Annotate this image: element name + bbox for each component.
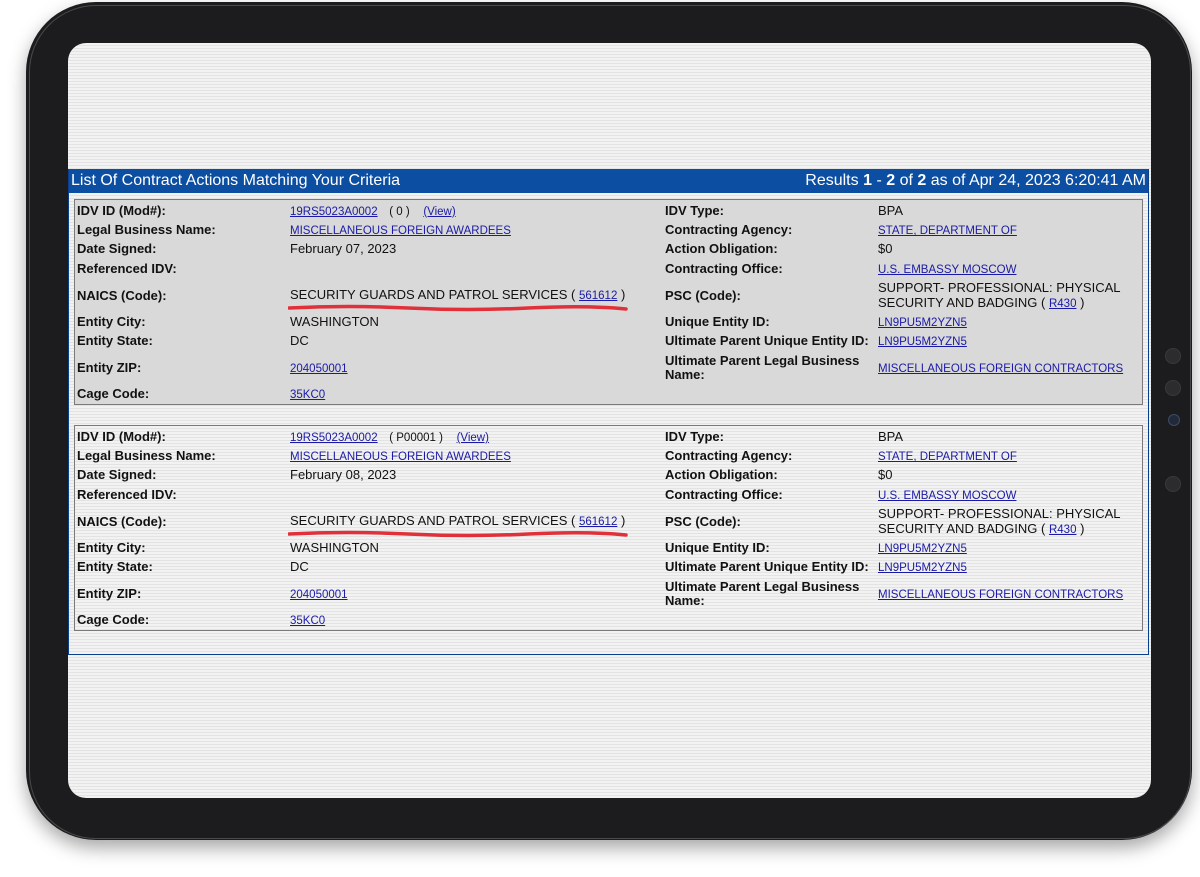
naics-value: SECURITY GUARDS AND PATROL SERVICES ( 56… <box>290 513 626 528</box>
psc-label: PSC (Code): <box>665 288 741 303</box>
entity-city-value: WASHINGTON <box>290 540 379 555</box>
cage-code-link[interactable]: 35KC0 <box>290 615 325 627</box>
naics-value: SECURITY GUARDS AND PATROL SERVICES ( 56… <box>290 287 626 302</box>
ultimate-parent-uei-label: Ultimate Parent Unique Entity ID: <box>665 559 869 574</box>
contracting-office-link[interactable]: U.S. EMBASSY MOSCOW <box>878 490 1016 502</box>
action-obligation-value: $0 <box>878 241 893 256</box>
mod-number: ( P00001 ) <box>389 432 443 444</box>
idv-id-link[interactable]: 19RS5023A0002 <box>290 432 378 444</box>
action-obligation-label: Action Obligation: <box>665 241 778 256</box>
idv-id-link[interactable]: 19RS5023A0002 <box>290 206 378 218</box>
naics-code-link[interactable]: 561612 <box>579 516 617 528</box>
entity-state-value: DC <box>290 559 309 574</box>
psc-code-link[interactable]: R430 <box>1049 298 1077 310</box>
idv-type-label: IDV Type: <box>665 429 724 444</box>
results-header: List Of Contract Actions Matching Your C… <box>69 169 1148 193</box>
entity-state-label: Entity State: <box>77 559 153 574</box>
side-button-icon <box>1165 476 1181 492</box>
contracting-agency-link[interactable]: STATE, DEPARTMENT OF <box>878 451 1017 463</box>
idv-type-value: BPA <box>878 429 904 444</box>
unique-entity-id-label: Unique Entity ID: <box>665 314 770 329</box>
legal-business-name-label: Legal Business Name: <box>77 448 216 463</box>
idv-id-value: 19RS5023A0002 ( 0 ) (View) <box>290 203 456 218</box>
contracting-office-label: Contracting Office: <box>665 487 783 502</box>
psc-value-line1: SUPPORT- PROFESSIONAL: PHYSICAL <box>878 506 1121 521</box>
unique-entity-id-label: Unique Entity ID: <box>665 540 770 555</box>
legal-business-name-label: Legal Business Name: <box>77 222 216 237</box>
entity-city-value: WASHINGTON <box>290 314 379 329</box>
camera-icon <box>1168 414 1180 426</box>
ultimate-parent-uei-label: Ultimate Parent Unique Entity ID: <box>665 333 869 348</box>
referenced-idv-label: Referenced IDV: <box>77 261 177 276</box>
ultimate-parent-name-label-line2: Name: <box>665 367 705 382</box>
contracting-office-label: Contracting Office: <box>665 261 783 276</box>
side-button-icon <box>1165 348 1181 364</box>
idv-id-label: IDV ID (Mod#): <box>77 429 166 444</box>
ultimate-parent-name-label-line1: Ultimate Parent Legal Business <box>665 353 860 368</box>
unique-entity-id-link[interactable]: LN9PU5M2YZN5 <box>878 317 967 329</box>
naics-code-link[interactable]: 561612 <box>579 290 617 302</box>
naics-label: NAICS (Code): <box>77 288 167 303</box>
idv-id-label: IDV ID (Mod#): <box>77 203 166 218</box>
red-underline-annotation <box>288 530 628 538</box>
ultimate-parent-name-link[interactable]: MISCELLANEOUS FOREIGN CONTRACTORS <box>878 589 1123 601</box>
psc-value-line2: SECURITY AND BADGING ( R430 ) <box>878 521 1085 536</box>
contract-record: IDV ID (Mod#): 19RS5023A0002 ( 0 ) (View… <box>74 199 1143 405</box>
referenced-idv-label: Referenced IDV: <box>77 487 177 502</box>
legal-business-name-link[interactable]: MISCELLANEOUS FOREIGN AWARDEES <box>290 451 511 463</box>
legal-business-name-link[interactable]: MISCELLANEOUS FOREIGN AWARDEES <box>290 225 511 237</box>
cage-code-label: Cage Code: <box>77 386 150 401</box>
psc-value-line2: SECURITY AND BADGING ( R430 ) <box>878 295 1085 310</box>
cage-code-label: Cage Code: <box>77 612 150 627</box>
contracting-office-link[interactable]: U.S. EMBASSY MOSCOW <box>878 264 1016 276</box>
ultimate-parent-name-link[interactable]: MISCELLANEOUS FOREIGN CONTRACTORS <box>878 363 1123 375</box>
results-panel: List Of Contract Actions Matching Your C… <box>68 169 1149 655</box>
ultimate-parent-uei-link[interactable]: LN9PU5M2YZN5 <box>878 336 967 348</box>
idv-type-value: BPA <box>878 203 904 218</box>
ultimate-parent-name-label-line1: Ultimate Parent Legal Business <box>665 579 860 594</box>
entity-zip-link[interactable]: 204050001 <box>290 363 348 375</box>
entity-state-label: Entity State: <box>77 333 153 348</box>
date-signed-value: February 08, 2023 <box>290 467 397 482</box>
contracting-agency-label: Contracting Agency: <box>665 448 793 463</box>
contract-record: IDV ID (Mod#): 19RS5023A0002 ( P00001 ) … <box>74 425 1143 631</box>
ultimate-parent-uei-link[interactable]: LN9PU5M2YZN5 <box>878 562 967 574</box>
entity-zip-label: Entity ZIP: <box>77 586 142 601</box>
psc-code-link[interactable]: R430 <box>1049 524 1077 536</box>
contracting-agency-link[interactable]: STATE, DEPARTMENT OF <box>878 225 1017 237</box>
entity-zip-label: Entity ZIP: <box>77 360 142 375</box>
unique-entity-id-link[interactable]: LN9PU5M2YZN5 <box>878 543 967 555</box>
page-title: List Of Contract Actions Matching Your C… <box>71 172 401 189</box>
entity-city-label: Entity City: <box>77 314 146 329</box>
idv-type-label: IDV Type: <box>665 203 724 218</box>
entity-state-value: DC <box>290 333 309 348</box>
psc-value-line1: SUPPORT- PROFESSIONAL: PHYSICAL <box>878 280 1121 295</box>
action-obligation-label: Action Obligation: <box>665 467 778 482</box>
action-obligation-value: $0 <box>878 467 893 482</box>
mod-number: ( 0 ) <box>389 206 410 218</box>
naics-label: NAICS (Code): <box>77 514 167 529</box>
date-signed-label: Date Signed: <box>77 241 157 256</box>
entity-zip-link[interactable]: 204050001 <box>290 589 348 601</box>
contracting-agency-label: Contracting Agency: <box>665 222 793 237</box>
idv-id-value: 19RS5023A0002 ( P00001 ) (View) <box>290 429 489 444</box>
view-link[interactable]: (View) <box>423 206 455 218</box>
entity-city-label: Entity City: <box>77 540 146 555</box>
ultimate-parent-name-label-line2: Name: <box>665 593 705 608</box>
results-summary: Results 1 - 2 of 2 as of Apr 24, 2023 6:… <box>805 172 1146 189</box>
cage-code-link[interactable]: 35KC0 <box>290 389 325 401</box>
tablet-screen: List Of Contract Actions Matching Your C… <box>68 43 1151 798</box>
side-button-icon <box>1165 380 1181 396</box>
date-signed-value: February 07, 2023 <box>290 241 397 256</box>
psc-label: PSC (Code): <box>665 514 741 529</box>
red-underline-annotation <box>288 304 628 312</box>
date-signed-label: Date Signed: <box>77 467 157 482</box>
view-link[interactable]: (View) <box>457 432 489 444</box>
